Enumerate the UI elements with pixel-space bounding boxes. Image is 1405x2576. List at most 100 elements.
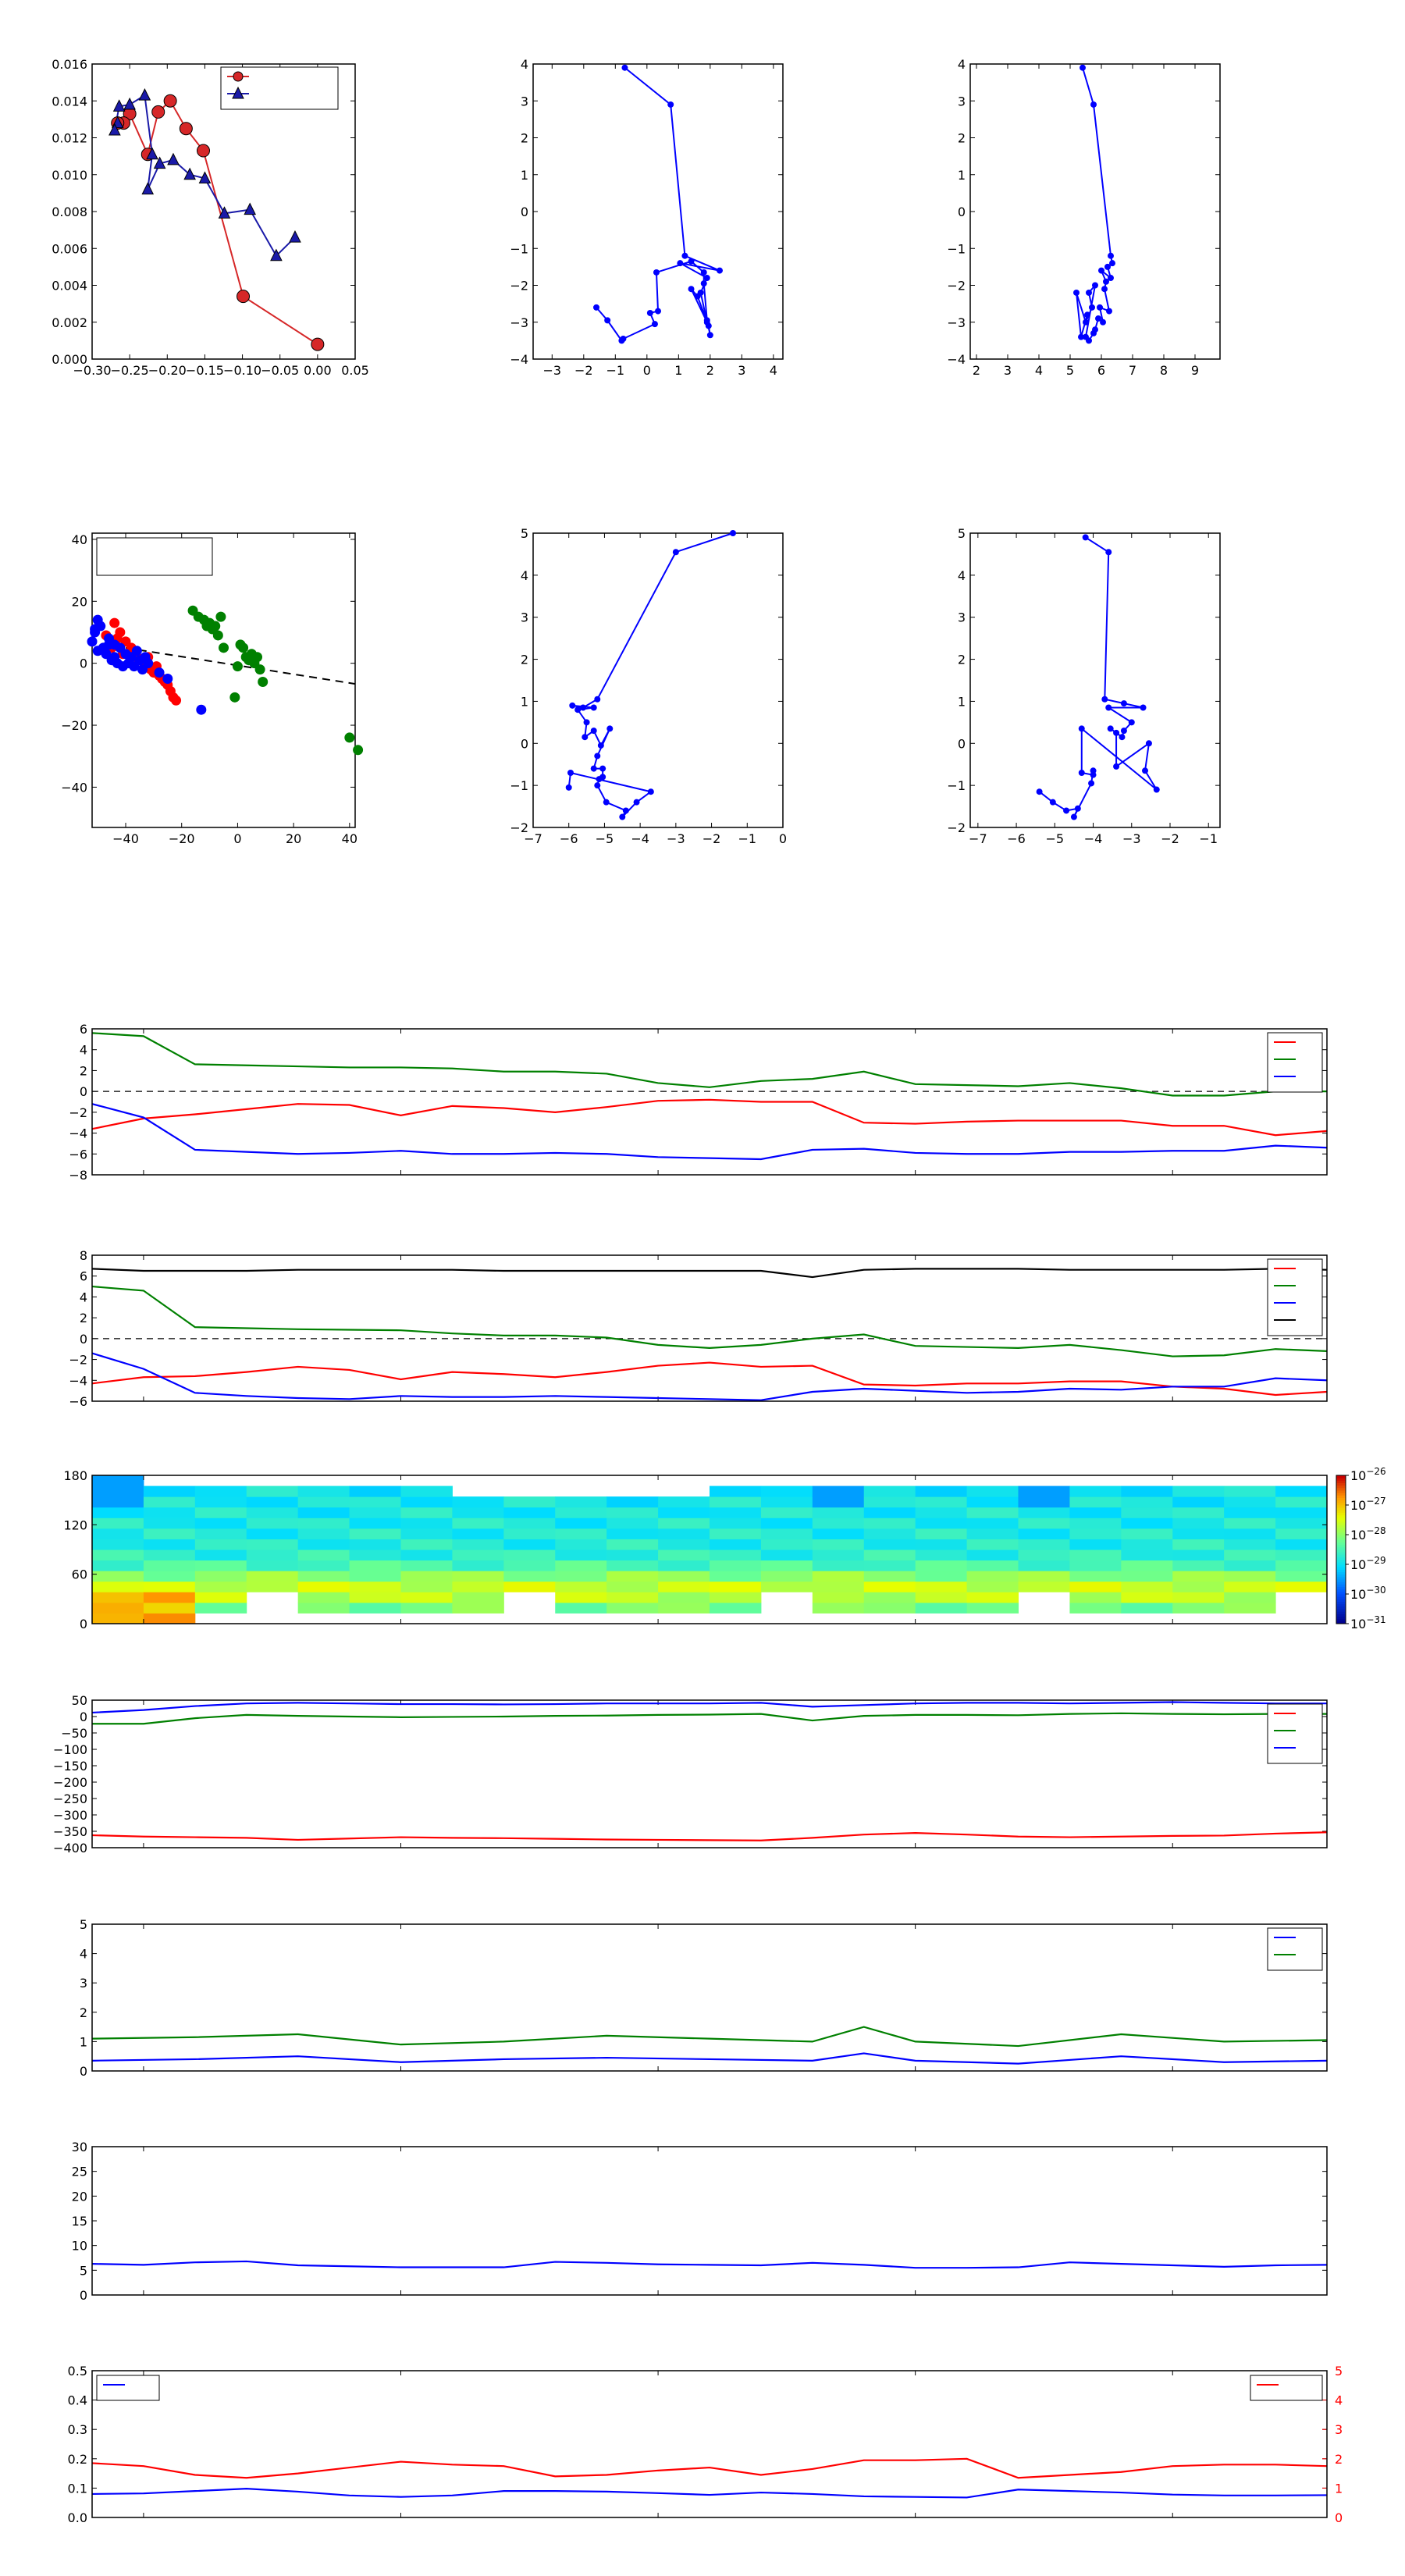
pad-cell — [297, 1539, 350, 1550]
walen-test-point — [90, 624, 101, 635]
pad-cell — [194, 1592, 247, 1603]
pad-cells — [92, 1475, 1328, 1624]
hodogram-bz-by-point — [565, 784, 572, 791]
pad-cell — [760, 1581, 813, 1592]
hodogram-bx-by-point — [1082, 534, 1089, 541]
pad-cell — [143, 1592, 196, 1603]
pad-cell — [812, 1496, 865, 1508]
pad-cell — [452, 1592, 504, 1603]
pad-colorbar-segment — [1336, 1574, 1346, 1578]
pad-cell — [194, 1485, 247, 1497]
hodogram-b2-b1-ytick-label: 0 — [521, 205, 528, 219]
pad-cell — [966, 1571, 1019, 1582]
vsw-ytick-label: 50 — [72, 1693, 87, 1708]
transverse-pressure-point — [179, 122, 193, 136]
hodogram-bx-by-point — [1105, 549, 1112, 556]
tp-ytick-label: 0.2 — [68, 2452, 87, 2467]
pad-cell — [297, 1560, 350, 1571]
pad-cell — [297, 1571, 350, 1582]
pad-cell — [915, 1550, 968, 1561]
pad-cell — [194, 1539, 247, 1550]
vsw-plot — [91, 1701, 1328, 1841]
b-fr-ytick-label: 0 — [80, 1332, 87, 1347]
b-gse-plot — [91, 1032, 1328, 1161]
pad-cell — [710, 1581, 762, 1592]
pad-cell — [1275, 1581, 1328, 1592]
pad-cell — [658, 1592, 710, 1603]
pad-cell — [658, 1528, 710, 1539]
pad-cell — [710, 1550, 762, 1561]
pad-cell — [1069, 1485, 1122, 1497]
pad-cell — [1275, 1528, 1328, 1539]
pad-cell — [246, 1550, 299, 1561]
hodogram-b2-b1-ytick-label: 4 — [521, 57, 528, 72]
vsw-ytick-label: −150 — [53, 1759, 87, 1774]
b-gse-ytick-label: −8 — [69, 1168, 87, 1183]
beta-ytick-label: 5 — [80, 1917, 87, 1932]
pad-cell — [400, 1581, 453, 1592]
hodogram-bz-by-ytick-label: −1 — [510, 778, 528, 793]
hodogram-b2-b1-ytick-label: 2 — [521, 131, 528, 146]
pad-colorbar-segment — [1336, 1576, 1346, 1580]
pad-cell — [143, 1485, 196, 1497]
pad-cell — [966, 1592, 1019, 1603]
tp-y2tick-label: 4 — [1335, 2393, 1343, 2408]
pad-cell — [92, 1496, 144, 1508]
hodogram-b3-b1-xtick-label: 3 — [1004, 363, 1012, 378]
pad-cell — [194, 1507, 247, 1518]
pad-cell — [658, 1581, 710, 1592]
pad-cell — [710, 1560, 762, 1571]
pad-cell — [966, 1539, 1019, 1550]
b-fr-ytick-label: 2 — [80, 1311, 87, 1325]
walen-test-point — [210, 621, 221, 632]
vsw-ytick-label: −250 — [53, 1791, 87, 1806]
b-gse-ytick-label: −4 — [69, 1126, 87, 1141]
pad-colorbar-segment — [1336, 1584, 1346, 1587]
hodogram-bx-by-xtick-label: −3 — [1122, 831, 1141, 846]
hodogram-bx-by-point — [1107, 725, 1114, 732]
hodogram-b3-b1-point — [1090, 101, 1097, 108]
pad-cell — [1069, 1560, 1122, 1571]
pad-colorbar-label: 10−31 — [1350, 1614, 1386, 1631]
hodogram-bz-by-point — [580, 704, 586, 711]
pad-colorbar-segment — [1336, 1596, 1346, 1599]
pad-cell — [915, 1581, 968, 1592]
pad-cell — [1275, 1485, 1328, 1497]
hodogram-b2-b1-point — [655, 308, 661, 315]
pad-cell — [194, 1560, 247, 1571]
hodogram-bz-by-xtick-label: −1 — [738, 831, 756, 846]
pad-cell — [555, 1560, 607, 1571]
hodogram-b2-b1-ytick-label: −3 — [510, 315, 528, 330]
hodogram-b3-b1-xtick-label: 6 — [1097, 363, 1105, 378]
tp-y2tick-label: 2 — [1335, 2452, 1343, 2467]
pad-cell — [555, 1517, 607, 1529]
pad-cell — [812, 1528, 865, 1539]
pad-colorbar-segment — [1336, 1569, 1346, 1572]
pad-colorbar-segment — [1336, 1537, 1346, 1540]
pad-cell — [555, 1550, 607, 1561]
walen-test-ytick-label: 20 — [72, 594, 87, 609]
pad-colorbar-segment — [1336, 1586, 1346, 1590]
pad-cell — [555, 1539, 607, 1550]
transverse-pressure-xtick-label: −0.10 — [223, 363, 261, 378]
pad-cell — [349, 1571, 401, 1582]
transverse-pressure-point — [141, 182, 155, 195]
np-ytick-label: 20 — [72, 2189, 87, 2204]
transverse-pressure-xtick-label: −0.25 — [111, 363, 149, 378]
pad-cell — [1275, 1550, 1328, 1561]
hodogram-bx-by-xtick-label: −7 — [969, 831, 987, 846]
b-gse-series-line — [91, 1032, 1327, 1097]
pad-cell — [452, 1602, 504, 1614]
pad-colorbar-segment — [1336, 1544, 1346, 1548]
vsw-series-line — [91, 1831, 1328, 1841]
pad-colorbar-segment — [1336, 1527, 1346, 1531]
np-ytick-label: 5 — [80, 2263, 87, 2278]
walen-test-xtick-label: 20 — [286, 831, 301, 846]
np-plot — [91, 2260, 1328, 2269]
pad-cell — [555, 1602, 607, 1614]
pad-cell — [1018, 1528, 1070, 1539]
pad-cell — [812, 1560, 865, 1571]
hodogram-bx-by-ytick-label: 5 — [958, 526, 966, 541]
pad-colorbar-segment — [1336, 1525, 1346, 1528]
hodogram-b2-b1-point — [716, 267, 723, 274]
